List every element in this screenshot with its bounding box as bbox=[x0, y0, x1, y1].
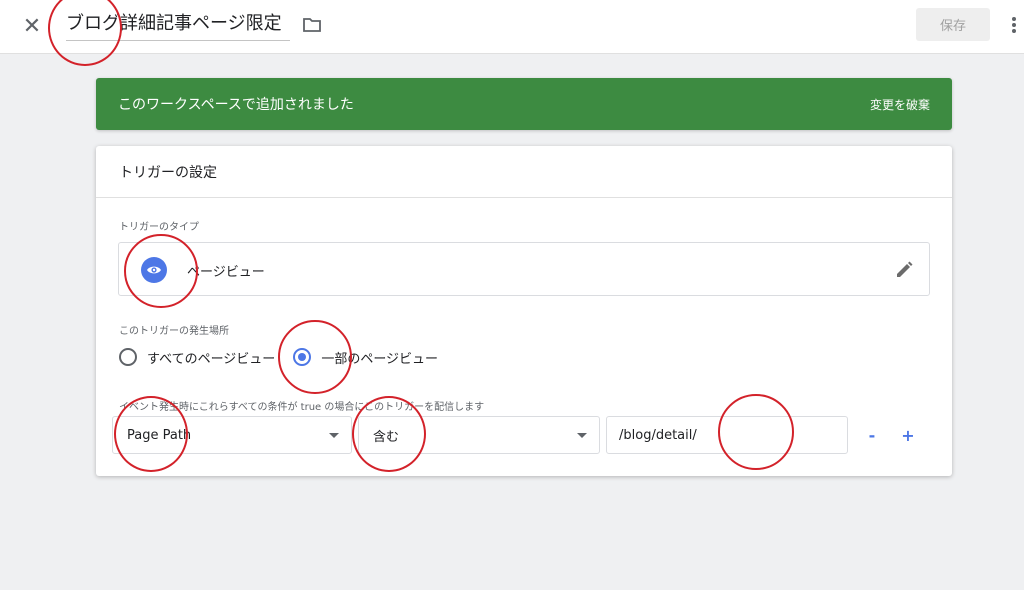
more-vert-icon[interactable] bbox=[1008, 14, 1020, 36]
trigger-type-label: トリガーのタイプ bbox=[119, 222, 199, 233]
condition-label: イベント発生時にこれらすべての条件が true の場合にこのトリガーを配信します bbox=[119, 402, 485, 413]
close-icon[interactable]: ✕ bbox=[20, 14, 44, 39]
top-bar: ✕ ブログ詳細記事ページ限定 保存 bbox=[0, 0, 1024, 54]
radio-selected[interactable] bbox=[293, 348, 312, 366]
add-condition-button[interactable]: + bbox=[898, 426, 918, 445]
folder-icon[interactable] bbox=[302, 16, 322, 34]
edit-pencil-icon[interactable] bbox=[893, 259, 915, 281]
fires-on-label: このトリガーの発生場所 bbox=[119, 326, 229, 337]
dropdown-arrow-icon bbox=[577, 432, 587, 438]
eye-icon bbox=[141, 257, 167, 283]
radio-label-some: 一部のページビュー bbox=[321, 351, 439, 367]
discard-changes-link[interactable]: 変更を破棄 bbox=[870, 96, 930, 113]
fires-on-radio-group: すべてのページビュー 一部のページビュー bbox=[119, 346, 456, 368]
banner-message: このワークスペースで追加されました bbox=[118, 97, 354, 113]
condition-value-input[interactable] bbox=[606, 416, 848, 454]
radio-some-page-views[interactable]: 一部のページビュー bbox=[293, 348, 456, 367]
trigger-type-box[interactable]: ページビュー bbox=[118, 242, 930, 296]
trigger-config-card: トリガーの設定 トリガーのタイプ ページビュー このトリガーの発生場所 すべての… bbox=[96, 146, 952, 476]
dropdown-arrow-icon bbox=[329, 432, 339, 438]
page-title[interactable]: ブログ詳細記事ページ限定 bbox=[66, 12, 290, 41]
workspace-banner: このワークスペースで追加されました 変更を破棄 bbox=[96, 78, 952, 130]
remove-condition-button[interactable]: - bbox=[862, 426, 882, 445]
variable-select-value: Page Path bbox=[127, 427, 192, 443]
radio-unselected[interactable] bbox=[119, 348, 137, 366]
title-wrap: ブログ詳細記事ページ限定 bbox=[66, 10, 290, 42]
radio-label-all: すべてのページビュー bbox=[147, 351, 276, 367]
radio-all-page-views[interactable]: すべてのページビュー bbox=[119, 348, 293, 367]
condition-row: Page Path 含む - + bbox=[112, 416, 918, 454]
variable-select[interactable]: Page Path bbox=[112, 416, 352, 454]
operator-select[interactable]: 含む bbox=[358, 416, 600, 454]
save-button[interactable]: 保存 bbox=[916, 8, 990, 41]
card-title: トリガーの設定 bbox=[96, 146, 952, 198]
operator-select-value: 含む bbox=[373, 429, 400, 445]
trigger-type-value: ページビュー bbox=[187, 265, 265, 280]
